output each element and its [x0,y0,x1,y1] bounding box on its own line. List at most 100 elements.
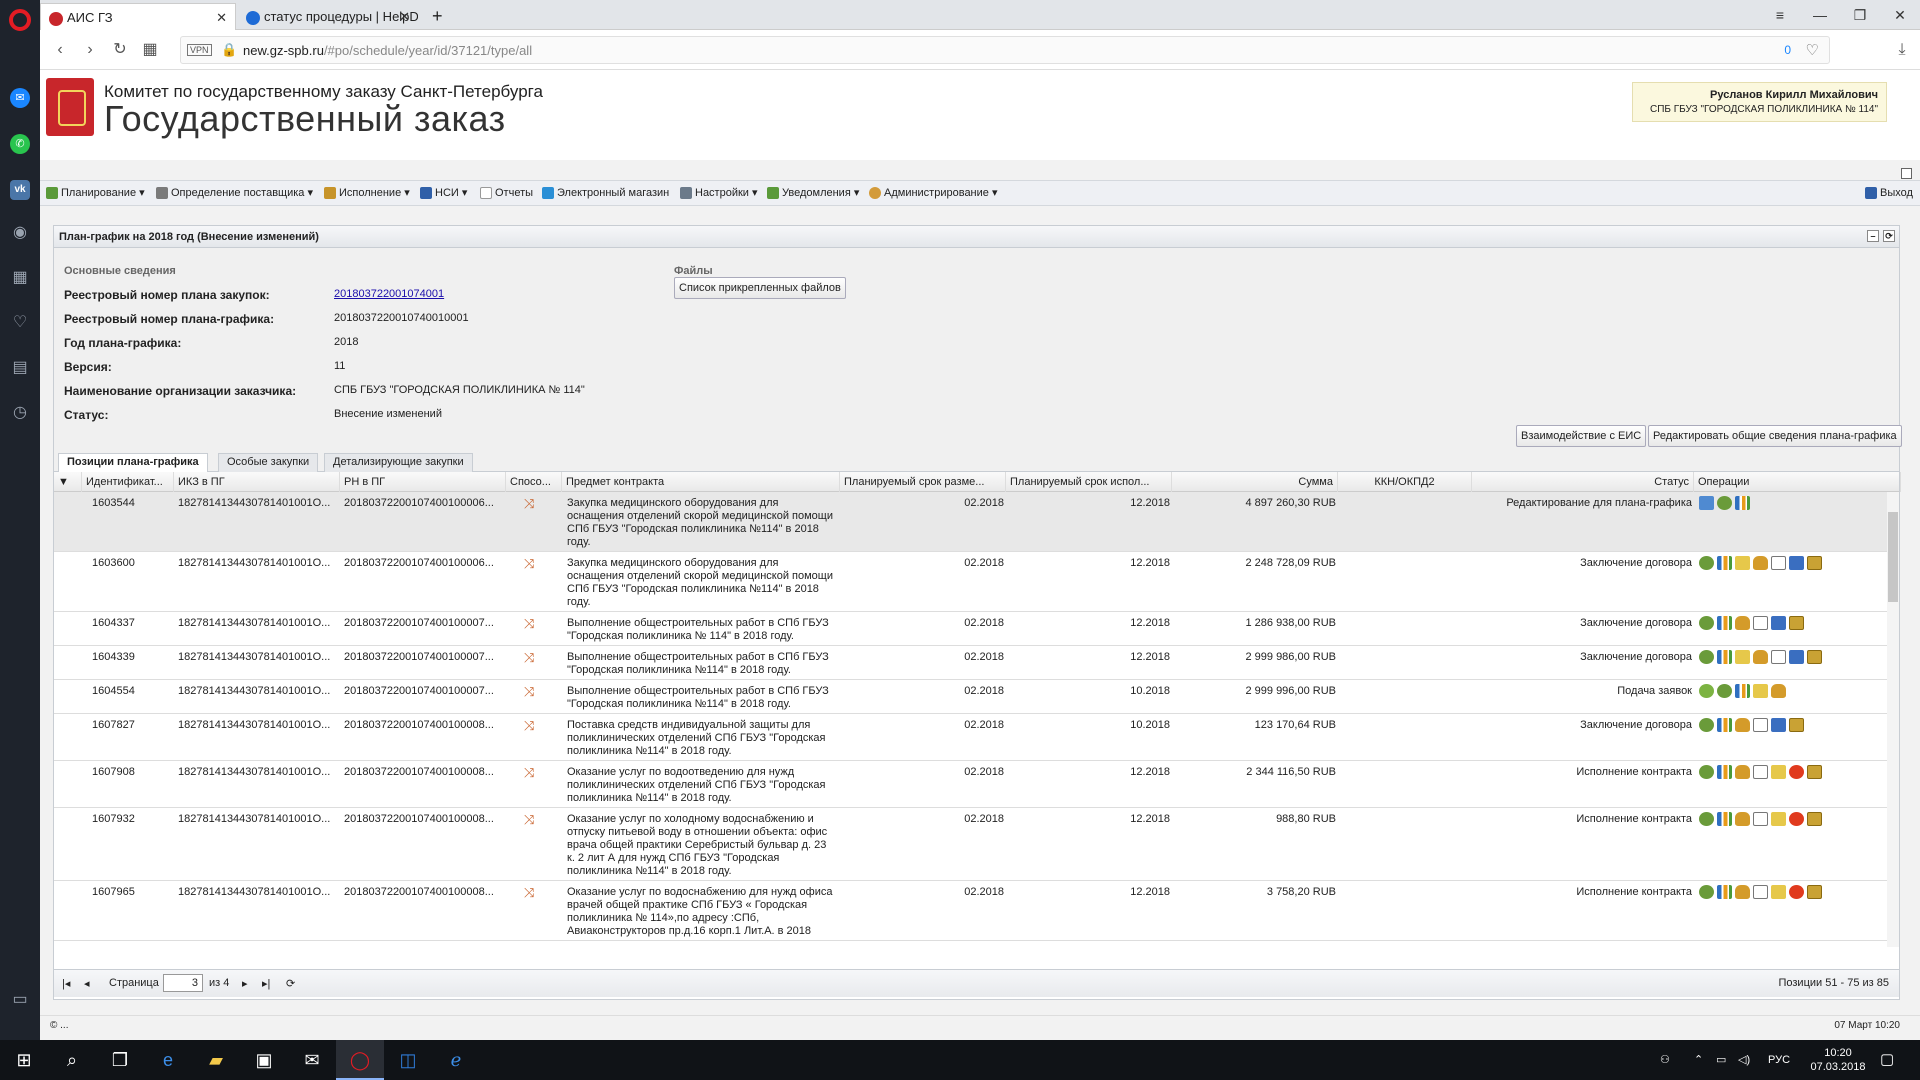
table-row[interactable]: 1603600 1827814134430781401001О... 2018037… [54,552,1899,612]
col-subject[interactable]: Предмет контракта [562,472,840,492]
vpn-badge[interactable]: VPN [187,44,212,56]
panel-collapse-icon[interactable]: – [1867,230,1879,242]
minimize-icon[interactable]: — [1800,0,1840,30]
volume-icon[interactable]: ◁) [1738,1040,1750,1080]
speed-dial-icon[interactable]: ▦ [10,268,30,288]
book-icon[interactable] [1789,616,1804,630]
scroll-icon[interactable] [1771,812,1786,826]
people-icon[interactable]: ⚇ [1660,1040,1670,1080]
last-page-icon[interactable]: ▸| [262,977,270,990]
clock[interactable]: 10:20 07.03.2018 [1808,1040,1868,1080]
col-method[interactable]: Спосо... [506,472,562,492]
page-input[interactable]: 3 [163,974,203,992]
language-indicator[interactable]: РУС [1768,1040,1790,1080]
refresh-grid-icon[interactable]: ⟳ [286,977,295,990]
scroll-icon[interactable] [1735,650,1750,664]
col-plan-end[interactable]: Планируемый срок испол... [1006,472,1172,492]
notifications-center-icon[interactable]: ▢ [1880,1040,1894,1080]
procurement-method-icon[interactable]: ⤨ [524,557,544,570]
table-row[interactable]: 1604554 1827814134430781401001О... 2018037… [54,680,1899,714]
bookmark-heart-icon[interactable]: ♡ [1806,41,1819,59]
stop-icon[interactable] [1789,812,1804,826]
browser-tab-ais[interactable]: АИС ГЗ ✕ [40,3,236,30]
gear-icon[interactable] [1717,684,1732,698]
save-icon[interactable] [1789,556,1804,570]
plan-number-link[interactable]: 201803722001074001 [334,288,444,300]
doc-icon[interactable] [1753,885,1768,899]
mail-icon[interactable]: ✉ [288,1040,336,1080]
gear-icon[interactable] [1699,885,1714,899]
save-icon[interactable] [1771,616,1786,630]
new-tab-button[interactable]: + [424,3,454,30]
chart-icon[interactable] [1717,812,1732,826]
camera-icon[interactable]: ◉ [10,223,30,243]
col-okpd[interactable]: ККН/ОКПД2 [1338,472,1472,492]
menu-admin[interactable]: Администрирование ▾ [869,181,997,205]
menu-notifications[interactable]: Уведомления ▾ [767,181,859,205]
menu-reports[interactable]: Отчеты [480,181,533,205]
eis-interaction-button[interactable]: Взаимодействие с ЕИС [1516,425,1647,447]
menu-nsi[interactable]: НСИ ▾ [420,181,467,205]
close-window-icon[interactable]: ✕ [1880,0,1920,30]
gear-icon[interactable] [1699,616,1714,630]
menu-supplier[interactable]: Определение поставщика ▾ [156,181,313,205]
file-explorer-icon[interactable]: ▰ [192,1040,240,1080]
col-status[interactable]: Статус [1472,472,1694,492]
eagle-icon[interactable] [1771,684,1786,698]
history-icon[interactable]: ◷ [10,403,30,423]
eagle-icon[interactable] [1753,650,1768,664]
procurement-method-icon[interactable]: ⤨ [524,766,544,779]
procurement-method-icon[interactable]: ⤨ [524,617,544,630]
col-id[interactable]: Идентификат... [82,472,174,492]
attached-files-button[interactable]: Список прикрепленных файлов [674,277,846,299]
col-ikz[interactable]: ИКЗ в ПГ [174,472,340,492]
back-icon[interactable]: ‹ [48,38,72,62]
scroll-icon[interactable] [1771,885,1786,899]
book-icon[interactable] [1807,556,1822,570]
col-rn[interactable]: РН в ПГ [340,472,506,492]
doc-icon[interactable] [1753,718,1768,732]
network-icon[interactable]: ▭ [1716,1040,1726,1080]
scrollbar-thumb[interactable] [1888,512,1898,602]
panel-refresh-icon[interactable]: ⟳ [1883,230,1895,242]
first-page-icon[interactable]: |◂ [62,977,70,990]
tab-detailing[interactable]: Детализирующие закупки [324,453,473,472]
stop-icon[interactable] [1789,885,1804,899]
vk-icon[interactable]: vk [10,180,30,200]
speed-dial-grid-icon[interactable]: ▦ [138,38,162,62]
map-icon[interactable] [1699,496,1714,510]
book-icon[interactable] [1807,650,1822,664]
eagle-icon[interactable] [1753,556,1768,570]
tab-positions[interactable]: Позиции плана-графика [58,453,208,472]
scroll-icon[interactable] [1771,765,1786,779]
search-icon[interactable]: ⌕ [48,1040,96,1080]
chart-icon[interactable] [1735,684,1750,698]
doc-icon[interactable] [1753,765,1768,779]
grid-filter-icon[interactable]: ▼ [54,472,82,492]
scroll-icon[interactable] [1735,556,1750,570]
whatsapp-icon[interactable]: ✆ [10,134,30,154]
eagle-icon[interactable] [1735,812,1750,826]
chart-icon[interactable] [1735,496,1750,510]
menu-planning[interactable]: Планирование ▾ [46,181,145,205]
stop-icon[interactable] [1789,765,1804,779]
table-row[interactable]: 1607965 1827814134430781401001О... 2018037… [54,881,1899,941]
browser-tab-helpdesk[interactable]: статус процедуры | HelpD ✕ [238,3,418,30]
gear-icon[interactable] [1717,496,1732,510]
save-icon[interactable] [1789,650,1804,664]
gear-icon[interactable] [1699,650,1714,664]
prev-page-icon[interactable]: ◂ [84,977,90,990]
close-tab-icon[interactable]: ✕ [216,4,227,30]
url-input[interactable]: VPN 🔒 new.gz-spb.ru/#po/schedule/year/id… [180,36,1830,64]
procurement-method-icon[interactable]: ⤨ [524,813,544,826]
doc-icon[interactable] [1771,556,1786,570]
procurement-method-icon[interactable]: ⤨ [524,719,544,732]
book-icon[interactable] [1789,718,1804,732]
forward-icon[interactable]: › [78,38,102,62]
procurement-method-icon[interactable]: ⤨ [524,886,544,899]
gear-icon[interactable] [1699,812,1714,826]
procurement-method-icon[interactable]: ⤨ [524,651,544,664]
chart-icon[interactable] [1717,556,1732,570]
chart-icon[interactable] [1717,885,1732,899]
doc-icon[interactable] [1771,650,1786,664]
